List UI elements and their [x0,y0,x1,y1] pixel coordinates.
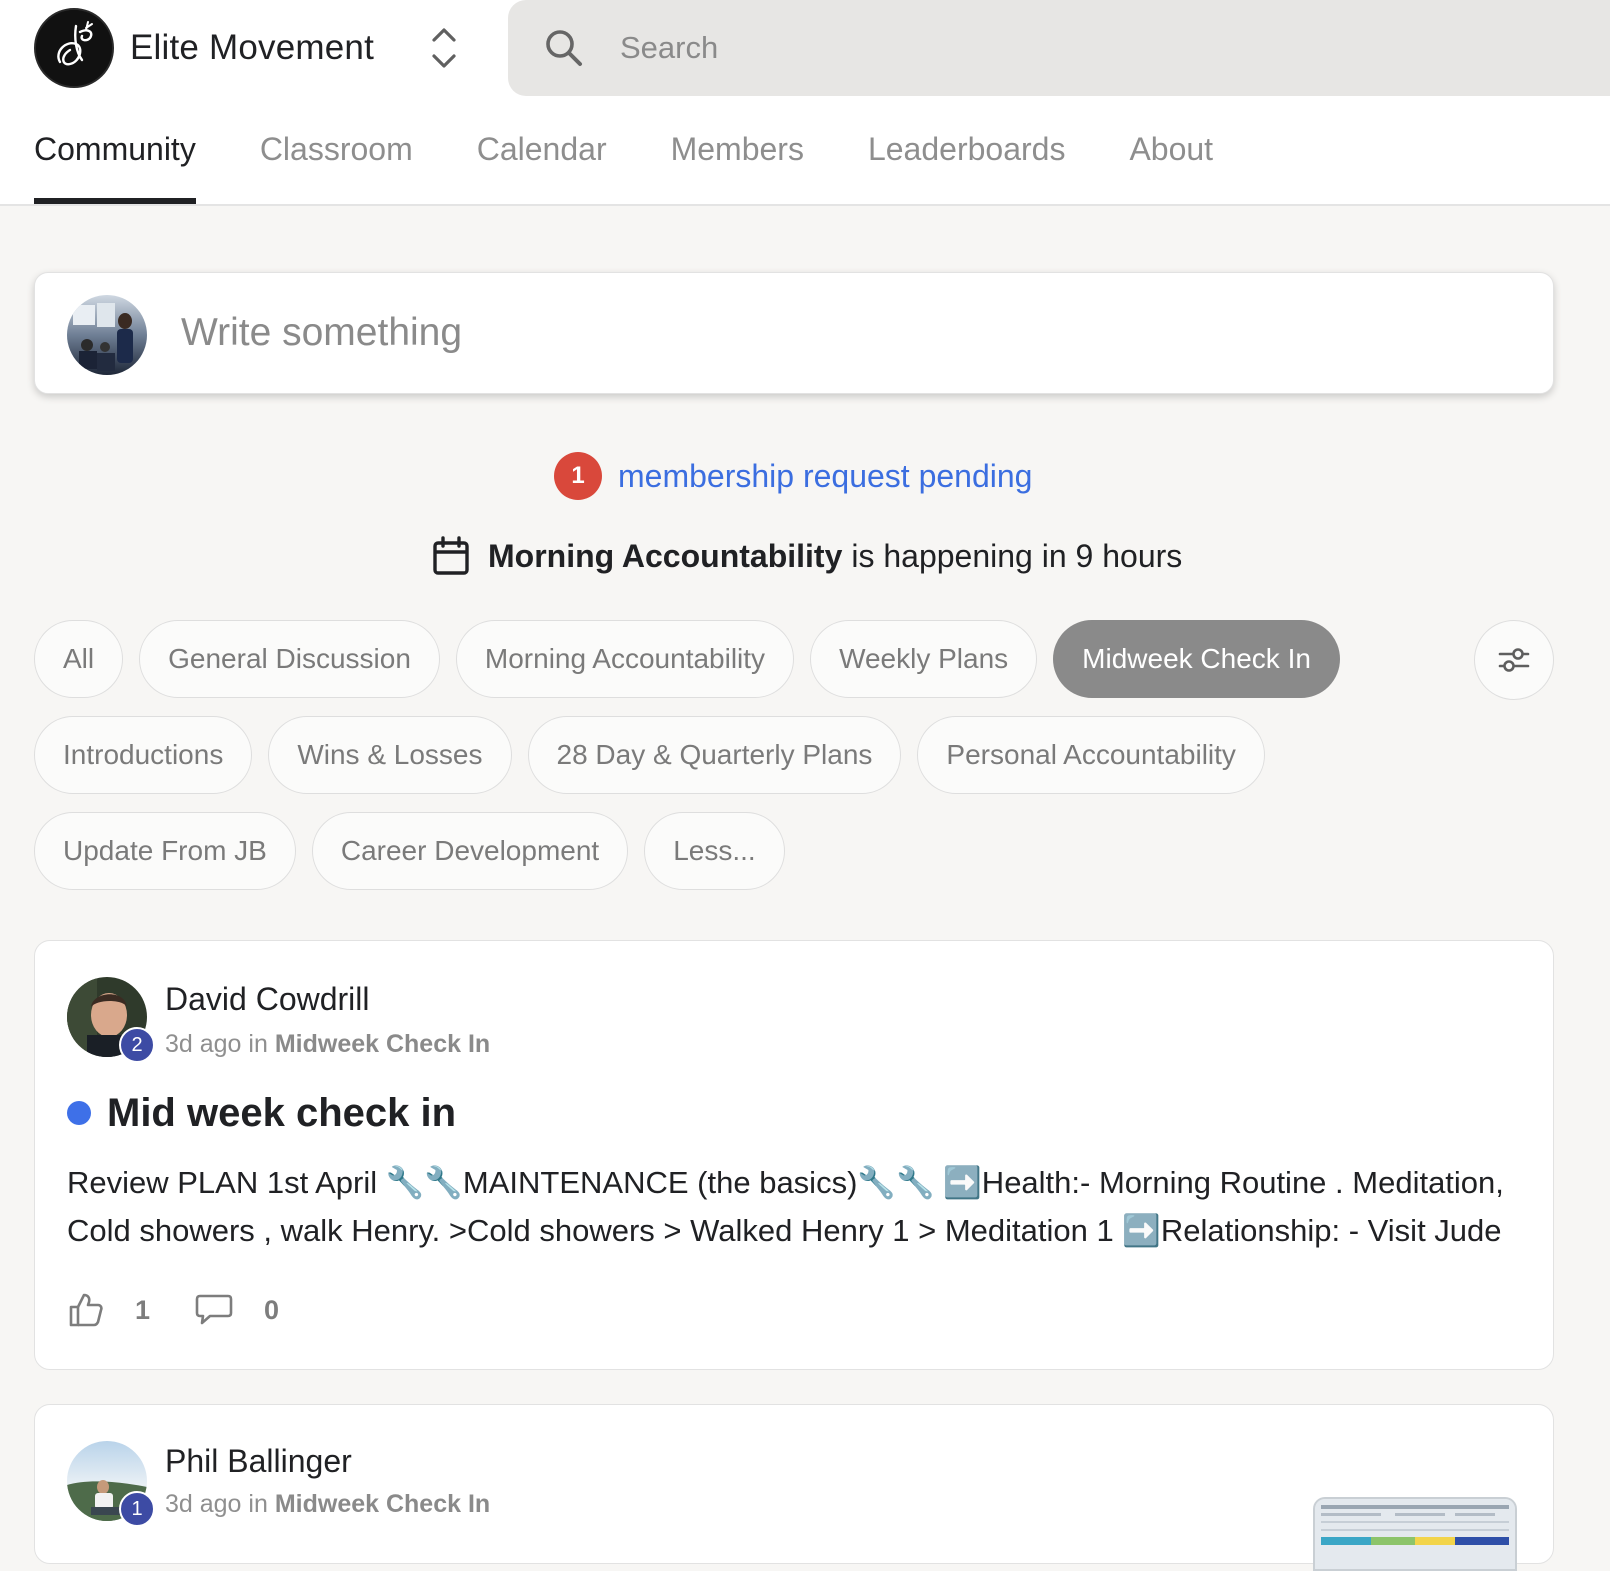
tab-community[interactable]: Community [34,124,196,206]
author-name[interactable]: Phil Ballinger [165,1441,352,1481]
chip-all[interactable]: All [34,620,124,698]
post-actions: 1 0 [67,1285,323,1335]
chip-wins-losses[interactable]: Wins & Losses [268,716,512,794]
tab-calendar[interactable]: Calendar [477,124,607,206]
tab-members[interactable]: Members [671,124,804,206]
author-name[interactable]: David Cowdrill [165,979,370,1019]
search-input[interactable] [620,24,1520,72]
chip-row: All General Discussion Morning Accountab… [34,620,1554,700]
chip-row: Update From JB Career Development Less..… [34,812,1554,892]
top-header: Elite Movement Community Classroom Calen… [0,0,1610,206]
unread-dot [67,1101,91,1125]
avatar [67,295,147,375]
chip-28-day-quarterly-plans[interactable]: 28 Day & Quarterly Plans [527,716,902,794]
category-filter: All General Discussion Morning Accountab… [34,620,1554,908]
post-title-text: Mid week check in [107,1090,457,1135]
like-icon [69,1293,103,1327]
post-card[interactable]: 1 Phil Ballinger 3d ago in Midweek Check… [34,1404,1554,1571]
post-time: 3d ago in [165,1030,268,1058]
comment-button[interactable]: 0 [194,1292,279,1328]
comment-icon [195,1294,233,1325]
post-meta: 3d ago in Midweek Check In [165,1027,490,1061]
event-timing: is happening in 9 hours [851,537,1183,574]
tab-about[interactable]: About [1129,124,1213,206]
post-thumbnail[interactable] [1313,1497,1517,1571]
like-button[interactable]: 1 [67,1291,150,1329]
like-count: 1 [135,1294,151,1325]
chip-personal-accountability[interactable]: Personal Accountability [917,716,1265,794]
calendar-icon [433,536,469,575]
membership-pending-link[interactable]: membership request pending [618,458,1032,495]
main-tabs: Community Classroom Calendar Members Lea… [34,124,1277,206]
chip-general-discussion[interactable]: General Discussion [139,620,440,698]
post-time: 3d ago in [165,1490,268,1518]
composer-placeholder: Write something [181,311,463,354]
tab-classroom[interactable]: Classroom [260,124,413,206]
post-category-link[interactable]: Midweek Check In [275,1490,490,1518]
tab-leaderboards[interactable]: Leaderboards [868,124,1065,206]
chip-midweek-check-in[interactable]: Midweek Check In [1053,620,1340,698]
upcoming-event[interactable]: Morning Accountability is happening in 9… [432,532,1182,580]
post-category-link[interactable]: Midweek Check In [275,1030,490,1058]
chip-weekly-plans[interactable]: Weekly Plans [810,620,1038,698]
level-badge: 2 [119,1027,155,1063]
switcher-icon[interactable] [424,22,464,74]
group-name[interactable]: Elite Movement [130,24,374,72]
pending-count-badge: 1 [554,452,602,500]
chip-update-from-jb[interactable]: Update From JB [34,812,296,890]
post-composer[interactable]: Write something [34,272,1554,394]
chip-less[interactable]: Less... [644,812,785,890]
search-bar[interactable] [508,0,1610,96]
post-card[interactable]: 2 David Cowdrill 3d ago in Midweek Check… [34,940,1554,1370]
level-badge: 1 [119,1491,155,1527]
chip-row: Introductions Wins & Losses 28 Day & Qua… [34,716,1554,796]
comment-count: 0 [264,1294,280,1325]
logo-icon[interactable] [34,8,114,88]
membership-pending[interactable]: 1 membership request pending [554,452,1032,500]
post-meta: 3d ago in Midweek Check In [165,1487,490,1521]
search-icon [542,26,586,70]
filter-button[interactable] [1474,620,1554,700]
event-name[interactable]: Morning Accountability [488,538,842,575]
chip-introductions[interactable]: Introductions [34,716,253,794]
post-body: Review PLAN 1st April 🔧🔧MAINTENANCE (the… [67,1165,1504,1248]
chip-morning-accountability[interactable]: Morning Accountability [455,620,795,698]
post-title[interactable]: Mid week check in [67,1085,456,1141]
filter-icon [1498,648,1530,672]
chip-career-development[interactable]: Career Development [311,812,629,890]
